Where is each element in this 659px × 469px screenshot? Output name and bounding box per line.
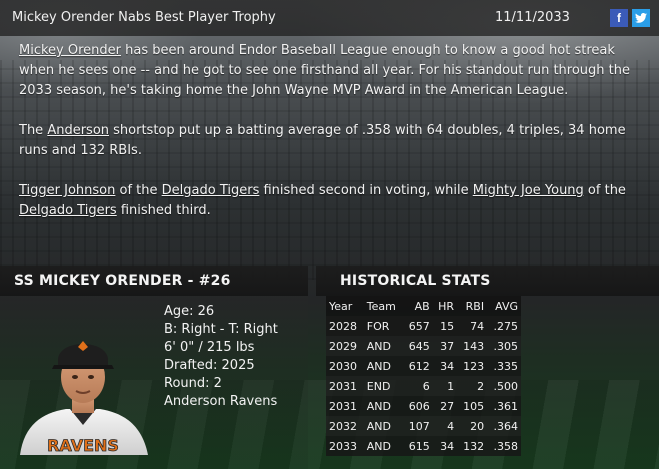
stats-cell: END [366,379,391,393]
stats-cell: 615 [408,439,430,453]
player-heading: SS MICKEY ORENDER - #26 [14,273,231,289]
stats-cell: 132 [463,439,485,453]
paragraph-text: finished third. [116,203,211,218]
stats-cell: 2032 [329,419,357,433]
stats-cell: 4 [447,419,455,433]
player-round: Round: 2 [164,376,222,391]
article-body: Mickey Orender has been around Endor Bas… [19,41,639,241]
stats-cell: 37 [440,339,455,353]
stats-cell: .364 [493,419,519,433]
stats-cell: 34 [440,359,455,373]
stats-cell: 2 [477,379,485,393]
stats-cell: 2028 [329,319,357,333]
stats-cell: 143 [463,339,485,353]
stats-cell: AND [366,419,391,433]
stats-cell: 2029 [329,339,357,353]
stats-cell: .361 [493,399,519,413]
article-date: 11/11/2033 [495,10,570,25]
paragraph-text: of the [115,183,162,198]
team-link-delgado-tigers-2[interactable]: Delgado Tigers [19,203,117,218]
stats-cell: 15 [440,319,455,333]
stats-cell: 612 [408,359,430,373]
article-paragraph: Mickey Orender has been around Endor Bas… [19,41,639,101]
stats-cell: AND [366,359,391,373]
stats-cell: 20 [470,419,485,433]
facebook-icon: f [617,11,621,25]
stats-cell: 2030 [329,359,357,373]
team-link-anderson[interactable]: Anderson [47,123,109,138]
player-drafted: Drafted: 2025 [164,358,255,373]
historical-stats-table: Year Team AB HR RBI AVG 2028 FOR 657 15 74 .2… [326,296,521,456]
news-header: Mickey Orender Nabs Best Player Trophy 1… [0,0,659,36]
player-bats-throws: B: Right - T: Right [164,322,278,337]
column-header: AVG [487,296,521,316]
stats-cell: AND [366,399,391,413]
table-row: 2031 END 6 1 2 .500 [326,376,521,396]
paragraph-text: of the [583,183,626,198]
player-photo[interactable]: RAVENS [14,325,152,455]
player-link-tigger-johnson[interactable]: Tigger Johnson [19,183,115,198]
article-paragraph: The Anderson shortstop put up a batting … [19,121,639,161]
stats-cell: FOR [366,319,390,333]
table-row: 2029 AND 645 37 143 .305 [326,336,521,356]
table-row: 2031 AND 606 27 105 .361 [326,396,521,416]
player-link-mighty-joe-young[interactable]: Mighty Joe Young [473,183,584,198]
stats-cell: AND [366,339,391,353]
article-title: Mickey Orender Nabs Best Player Trophy [12,10,276,25]
stats-cell: 2031 [329,379,357,393]
column-header: Year [326,296,364,316]
stats-cell: 34 [440,439,455,453]
stats-cell: 657 [408,319,430,333]
stats-cell: .500 [493,379,519,393]
player-bio: Age: 26 B: Right - T: Right 6' 0" / 215 … [164,303,278,411]
stats-heading: HISTORICAL STATS [340,273,491,289]
stats-cell: .305 [493,339,519,353]
twitter-share-button[interactable] [632,9,650,27]
stats-cell: 74 [470,319,485,333]
stats-cell: 2033 [329,439,357,453]
table-row: 2028 FOR 657 15 74 .275 [326,316,521,336]
player-age: Age: 26 [164,304,215,319]
player-link-mickey-orender[interactable]: Mickey Orender [19,43,121,58]
article-paragraph: Tigger Johnson of the Delgado Tigers fin… [19,181,639,221]
stats-cell: 6 [422,379,430,393]
stats-cell: 107 [408,419,430,433]
twitter-icon [635,13,647,23]
paragraph-text: finished second in voting, while [259,183,473,198]
stats-cell: 105 [463,399,485,413]
stats-cell: 123 [463,359,485,373]
player-height-weight: 6' 0" / 215 lbs [164,340,255,355]
table-row: 2032 AND 107 4 20 .364 [326,416,521,436]
stats-cell: 1 [447,379,455,393]
column-header: RBI [457,296,488,316]
player-panel-header: SS MICKEY ORENDER - #26 [0,266,308,296]
stats-cell: .335 [493,359,519,373]
column-header: AB [402,296,433,316]
jersey-text: RAVENS [47,436,119,455]
stats-cell: 606 [408,399,430,413]
player-team[interactable]: Anderson Ravens [164,393,278,411]
stats-cell: AND [366,439,391,453]
stats-cell: .358 [493,439,519,453]
column-header: Team [363,296,403,316]
stats-cell: 645 [408,339,430,353]
table-row: 2030 AND 612 34 123 .335 [326,356,521,376]
stats-header-row: Year Team AB HR RBI AVG [326,296,521,316]
stats-cell: 2031 [329,399,357,413]
stats-panel-header: HISTORICAL STATS [316,266,659,296]
table-row: 2033 AND 615 34 132 .358 [326,436,521,456]
paragraph-text: shortstop put up a batting average of .3… [19,123,626,158]
stats-cell: .275 [493,319,519,333]
facebook-share-button[interactable]: f [610,9,628,27]
team-link-delgado-tigers[interactable]: Delgado Tigers [162,183,260,198]
column-header: HR [432,296,458,316]
paragraph-text: The [19,123,48,138]
stats-cell: 27 [440,399,455,413]
